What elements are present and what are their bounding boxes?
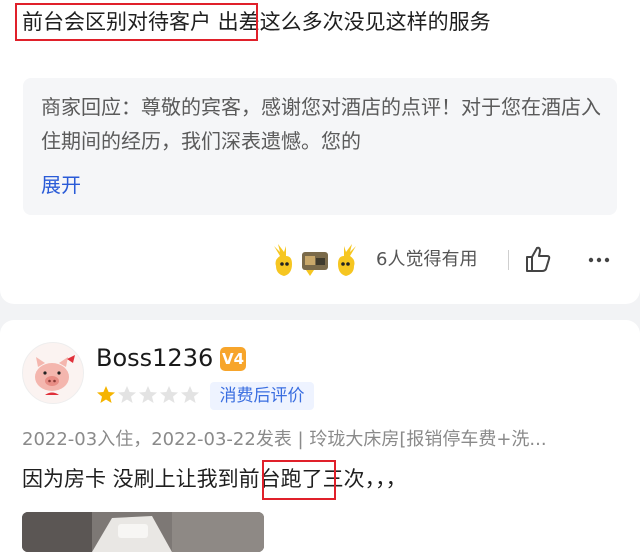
merchant-reply-text: 商家回应：尊敬的宾客，感谢您对酒店的点评！对于您在酒店入住期间的经历，我们深表遗…	[41, 95, 601, 153]
post-stay-tag: 消费后评价	[210, 382, 314, 410]
pig-avatar[interactable]	[22, 342, 84, 404]
helpful-count: 6人觉得有用	[376, 249, 478, 270]
star-empty-icon	[181, 386, 199, 403]
photo-reaction-icon	[302, 252, 328, 276]
level-badge-icon: V4	[220, 347, 246, 371]
star-empty-icon	[160, 386, 178, 403]
expand-link[interactable]: 展开	[41, 168, 81, 202]
review-meta: 2022-03入住，2022-03-22发表 | 玲珑大床房[报销停车费+洗..…	[22, 429, 547, 450]
yellow-reaction-icon	[338, 244, 356, 276]
merchant-reply-box: 商家回应：尊敬的宾客，感谢您对酒店的点评！对于您在酒店入住期间的经历，我们深表遗…	[23, 78, 617, 215]
pig-icon	[23, 343, 83, 403]
star-empty-icon	[118, 386, 136, 403]
review-card-1: 前台会区别对待客户 出差这么多次没见这样的服务 商家回应：尊敬的宾客，感谢您对酒…	[0, 0, 640, 304]
review-2-text: 因为房卡 没刷上让我到前台跑了三次，，，	[22, 467, 407, 491]
photo-thumbnail	[22, 512, 264, 552]
rating-stars	[96, 385, 200, 407]
yellow-reaction-icon	[274, 244, 292, 276]
review-1-text: 前台会区别对待客户 出差这么多次没见这样的服务	[22, 10, 491, 34]
divider	[508, 250, 509, 270]
star-empty-icon	[139, 386, 157, 403]
more-dots-icon[interactable]	[586, 248, 612, 272]
username[interactable]: Boss1236	[96, 341, 213, 375]
star-filled-icon	[97, 386, 115, 403]
thumbs-up-icon[interactable]	[524, 244, 552, 274]
review-photo[interactable]	[22, 512, 264, 552]
reaction-stickers	[270, 242, 362, 278]
